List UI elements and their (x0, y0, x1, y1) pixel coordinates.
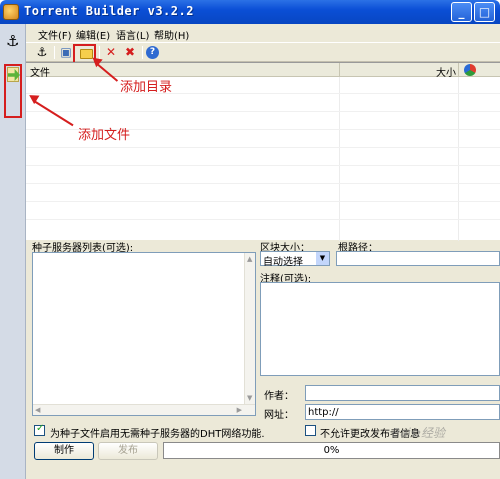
anchor-icon[interactable]: ⚓ (34, 45, 50, 60)
grid-line (339, 77, 340, 241)
menu-file[interactable]: 文件(F) (38, 27, 72, 42)
scroll-left-icon[interactable]: ◀ (35, 406, 40, 414)
url-label: 网址： (264, 410, 294, 421)
lock-publisher-checkbox[interactable] (305, 425, 316, 436)
comment-textarea[interactable] (260, 282, 500, 376)
column-separator (339, 63, 340, 77)
status-icon (464, 64, 476, 76)
window-title: Torrent Builder v3.2.2 (24, 4, 194, 18)
file-list[interactable]: 文件 大小 (26, 62, 500, 241)
make-button[interactable]: 制作 (34, 442, 94, 460)
chevron-down-icon[interactable]: ▼ (316, 252, 329, 265)
tracker-list[interactable]: ▲ ▼ ◀ ▶ (32, 252, 256, 416)
title-bar: Torrent Builder v3.2.2 _ □ (0, 0, 500, 24)
author-input[interactable] (305, 385, 500, 401)
author-label: 作者： (264, 391, 294, 402)
dht-checkbox[interactable] (34, 423, 45, 436)
url-input[interactable]: http:// (305, 404, 500, 420)
url-value: http:// (308, 407, 339, 418)
grid-line (26, 93, 500, 94)
grid-line (26, 183, 500, 184)
delete-icon[interactable]: ✕ (103, 45, 119, 60)
grid-line (26, 111, 500, 112)
progress-bar: 0% (163, 442, 500, 459)
window-icon[interactable]: ▣ (58, 45, 74, 60)
maximize-button[interactable]: □ (474, 2, 495, 22)
column-size[interactable]: 大小 (436, 64, 456, 79)
tracker-hscroll[interactable]: ◀ ▶ (33, 404, 255, 415)
root-path-input[interactable] (336, 251, 500, 266)
annotation-add-file: 添加文件 (78, 128, 131, 143)
piece-size-select[interactable]: 自动选择 ▼ (260, 251, 330, 268)
column-separator (458, 63, 459, 77)
menu-edit[interactable]: 编辑(E) (76, 27, 110, 42)
watermark: Bai✿经验 (392, 426, 445, 440)
menu-help[interactable]: 帮助(H) (154, 27, 189, 42)
grid-line (26, 147, 500, 148)
menu-language[interactable]: 语言(L) (116, 27, 149, 42)
delete-all-icon[interactable]: ✖ (122, 45, 138, 60)
menu-bar: 文件(F) 编辑(E) 语言(L) 帮助(H) (26, 24, 500, 42)
grid-line (26, 219, 500, 220)
grid-line (26, 165, 500, 166)
minimize-button[interactable]: _ (451, 2, 472, 22)
toolbar-separator (54, 46, 55, 59)
sidebar: ⚓ (0, 24, 26, 479)
piece-size-value: 自动选择 (263, 257, 303, 268)
tracker-vscroll[interactable]: ▲ ▼ (244, 253, 255, 415)
help-icon[interactable]: ? (146, 46, 159, 59)
column-file[interactable]: 文件 (30, 64, 50, 79)
dht-label: 为种子文件启用无需种子服务器的DHT网络功能. (50, 429, 265, 440)
main-client: 文件(F) 编辑(E) 语言(L) 帮助(H) ⚓ ▣ ✕ ✖ ? 文件 大小 (26, 24, 500, 479)
annotation-add-dir: 添加目录 (120, 80, 173, 95)
grid-line (26, 201, 500, 202)
progress-text: 0% (323, 445, 340, 456)
scroll-right-icon[interactable]: ▶ (237, 406, 242, 414)
add-file-highlight (4, 64, 22, 118)
anchor-icon[interactable]: ⚓ (6, 32, 19, 50)
grid-line (458, 77, 459, 241)
scroll-down-icon[interactable]: ▼ (247, 394, 252, 402)
toolbar-separator (142, 46, 143, 59)
publish-button[interactable]: 发布 (98, 442, 158, 460)
scroll-up-icon[interactable]: ▲ (247, 255, 252, 263)
app-icon (3, 4, 19, 20)
